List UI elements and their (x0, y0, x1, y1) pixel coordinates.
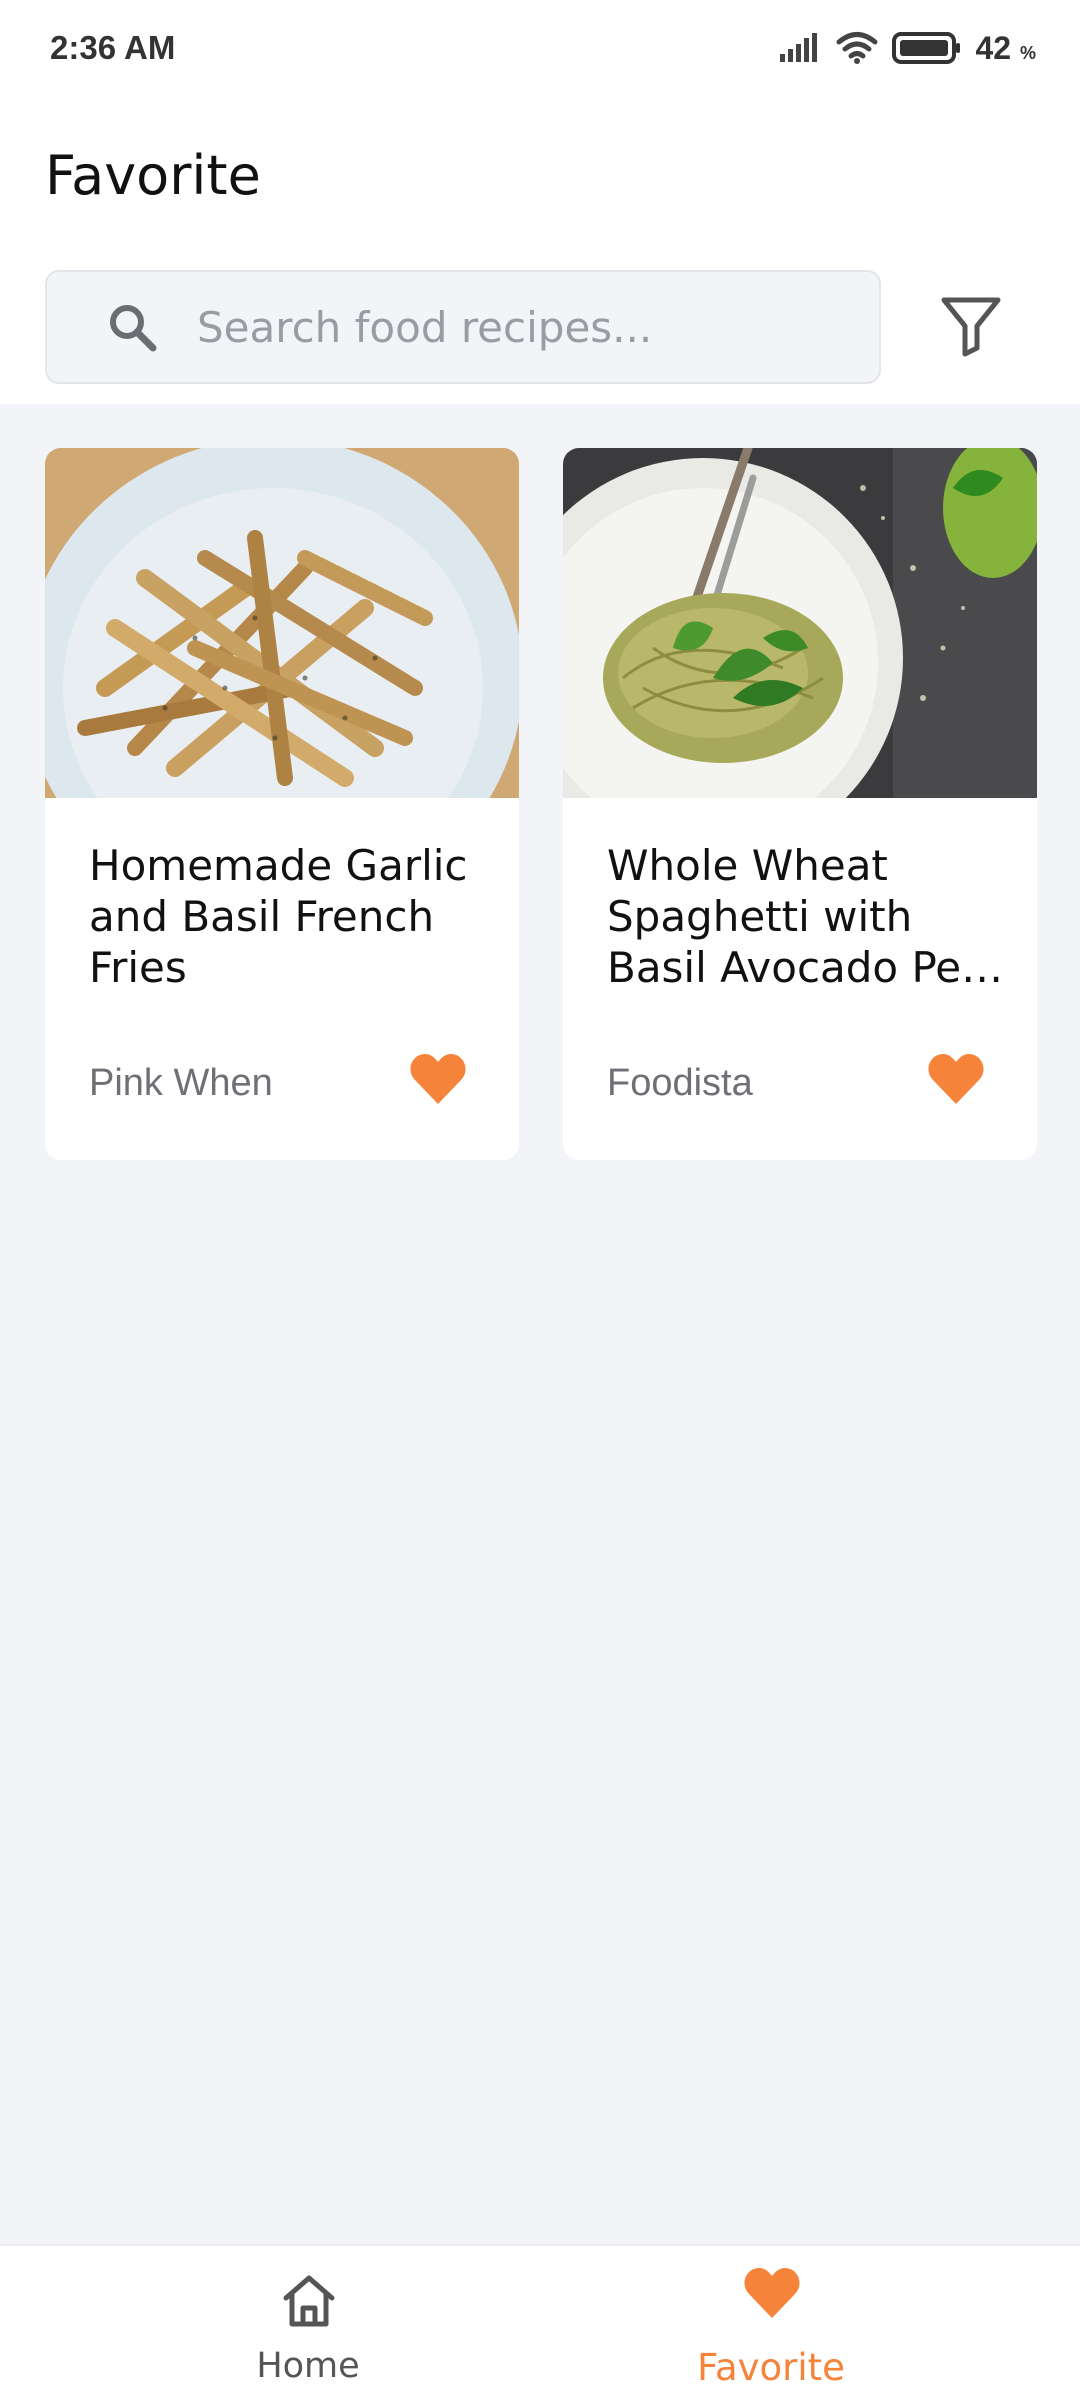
search-bar[interactable] (45, 270, 881, 384)
heart-icon[interactable] (409, 1052, 467, 1106)
recipe-card[interactable]: Homemade Garlic and Basil French Fries P… (45, 448, 519, 1160)
header: Favorite (0, 96, 1080, 404)
page-title: Favorite (45, 144, 261, 207)
recipe-title: Homemade Garlic and Basil French Fries (89, 841, 468, 992)
heart-icon[interactable] (927, 1052, 985, 1106)
nav-label: Favorite (697, 2346, 845, 2389)
filter-icon[interactable] (938, 292, 1004, 358)
nav-item-favorite[interactable]: Favorite (621, 2246, 921, 2400)
wifi-icon (836, 32, 877, 64)
recipe-title: Whole Wheat Spaghetti with Basil Avocado… (607, 841, 1004, 992)
nav-item-home[interactable]: Home (158, 2246, 458, 2400)
recipe-card[interactable]: Whole Wheat Spaghetti with Basil Avocado… (563, 448, 1037, 1160)
status-time: 2:36 AM (50, 29, 176, 66)
bottom-navigation: Home Favorite (0, 2244, 1080, 2400)
battery-icon (891, 32, 960, 64)
status-bar: 2:36 AM 42 % (0, 0, 1080, 96)
recipe-source: Foodista (607, 1062, 753, 1104)
recipe-source: Pink When (89, 1062, 273, 1104)
home-icon (283, 2275, 335, 2327)
search-icon (110, 305, 157, 352)
battery-percentage: 42 % (975, 29, 1037, 66)
heart-icon (744, 2268, 800, 2318)
signal-icon (779, 33, 817, 62)
pesto-spaghetti-photo (563, 448, 1037, 798)
nav-label: Home (256, 2346, 360, 2386)
search-input[interactable] (197, 272, 857, 382)
french-fries-photo (45, 448, 519, 798)
favorite-screen: 2:36 AM 42 % Favorite Search food recipe… (0, 0, 1080, 2400)
status-icons: 42 % (778, 29, 1037, 67)
